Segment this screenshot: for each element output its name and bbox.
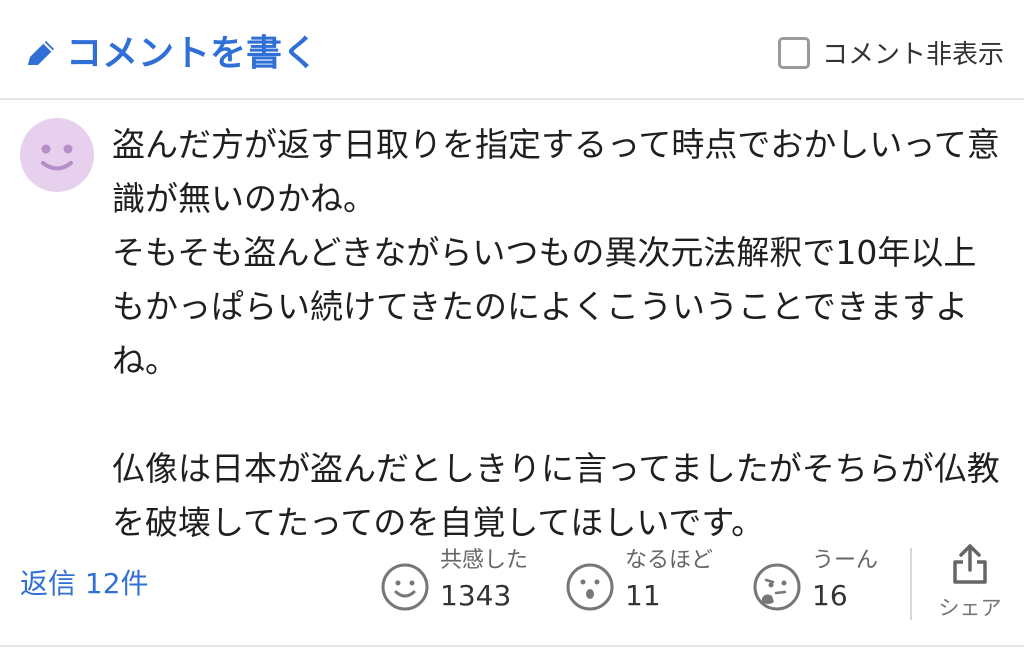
write-comment-label: コメントを書く bbox=[66, 33, 319, 74]
pencil-icon bbox=[22, 35, 60, 73]
reaction-count: 1343 bbox=[440, 579, 512, 612]
hide-comments-label: コメント非表示 bbox=[821, 40, 1004, 70]
reaction-label: なるほど bbox=[625, 548, 714, 573]
surprised-face-icon bbox=[566, 563, 614, 611]
reaction-count: 11 bbox=[625, 579, 661, 612]
reaction-count: 16 bbox=[812, 579, 848, 612]
share-label: シェア bbox=[938, 596, 1002, 620]
comment-header: コメントを書く コメント非表示 bbox=[0, 0, 1024, 100]
share-button[interactable]: シェア bbox=[935, 542, 1005, 622]
bottom-divider bbox=[0, 645, 1024, 647]
hide-comments-toggle[interactable]: コメント非表示 bbox=[777, 34, 1004, 71]
write-comment-link[interactable]: コメントを書く bbox=[22, 30, 318, 78]
reaction-hmm-button[interactable]: うーん 16 bbox=[752, 546, 878, 616]
replies-link[interactable]: 返信 12件 bbox=[20, 562, 149, 602]
thinking-face-icon bbox=[753, 563, 801, 611]
reaction-understand-button[interactable]: なるほど 11 bbox=[565, 546, 713, 616]
reaction-label: うーん bbox=[812, 548, 879, 573]
reaction-label: 共感した bbox=[440, 548, 529, 573]
share-icon bbox=[953, 544, 987, 584]
comment-item: 盗んだ方が返す日取りを指定するって時点でおかしいって意識が無いのかね。 そもそも… bbox=[0, 100, 1024, 645]
avatar bbox=[20, 118, 94, 192]
smile-face-icon bbox=[381, 563, 429, 611]
comment-body: 盗んだ方が返す日取りを指定するって時点でおかしいって意識が無いのかね。 そもそも… bbox=[112, 125, 1000, 542]
reaction-empathize-button[interactable]: 共感した 1343 bbox=[380, 546, 528, 616]
smiley-face-avatar-icon bbox=[41, 144, 73, 171]
hide-comments-checkbox[interactable] bbox=[777, 36, 810, 69]
divider bbox=[910, 548, 912, 620]
